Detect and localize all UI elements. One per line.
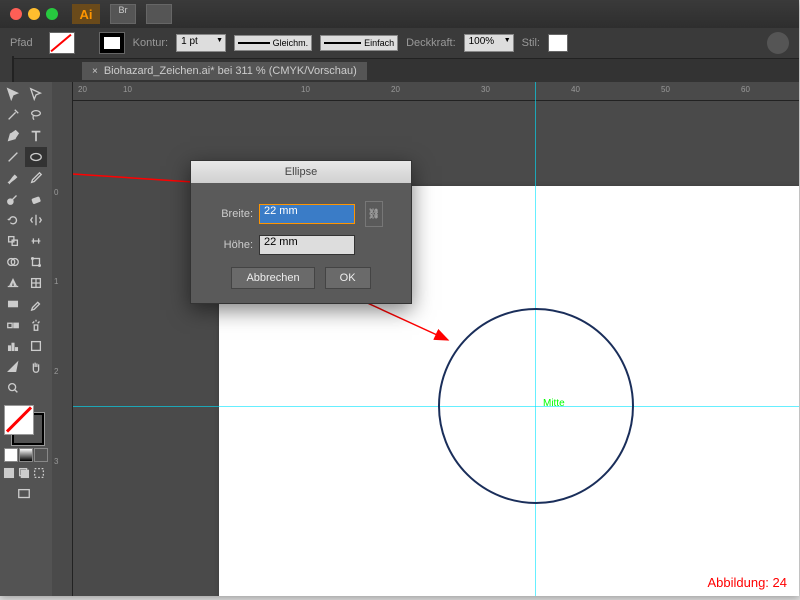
stroke-swatch[interactable] — [99, 32, 125, 54]
htick: 10 — [123, 85, 132, 94]
hand-tool[interactable] — [25, 357, 47, 377]
vtick: 0 — [54, 188, 58, 197]
style-label: Stil: — [522, 37, 540, 49]
arrange-docs-button[interactable] — [146, 4, 172, 24]
pen-tool[interactable] — [2, 126, 24, 146]
paintbrush-tool[interactable] — [2, 168, 24, 188]
shape-builder-tool[interactable] — [2, 252, 24, 272]
figure-caption: Abbildung: 24 — [707, 575, 787, 590]
none-mode-btn[interactable] — [34, 448, 48, 462]
ellipse-tool[interactable] — [25, 147, 47, 167]
eraser-tool[interactable] — [25, 189, 47, 209]
zoom-tool[interactable] — [2, 378, 24, 398]
brush-def-dropdown[interactable]: Einfach — [320, 35, 398, 51]
selection-type-label: Pfad — [10, 37, 33, 49]
width-label: Breite: — [207, 208, 253, 220]
width-tool[interactable] — [25, 231, 47, 251]
bridge-button[interactable]: Br — [110, 4, 136, 24]
color-mode-btn[interactable] — [4, 448, 18, 462]
close-tab-icon[interactable]: × — [92, 66, 98, 77]
lasso-tool[interactable] — [25, 105, 47, 125]
ruler-vertical[interactable]: 0 1 2 3 — [52, 82, 73, 596]
htick: 30 — [481, 85, 490, 94]
ellipse-dialog: Ellipse Breite: 22 mm ⛓ Höhe: 22 mm Abbr… — [190, 160, 412, 304]
reflect-tool[interactable] — [25, 210, 47, 230]
gradient-tool[interactable] — [2, 294, 24, 314]
color-mode-row — [2, 448, 50, 462]
slice-tool[interactable] — [2, 357, 24, 377]
free-transform-tool[interactable] — [25, 252, 47, 272]
cloud-button[interactable] — [767, 32, 789, 54]
fill-swatch[interactable] — [49, 32, 75, 54]
direct-selection-tool[interactable] — [25, 84, 47, 104]
guide-horizontal[interactable] — [73, 406, 799, 407]
mesh-tool[interactable] — [25, 273, 47, 293]
dialog-title: Ellipse — [191, 161, 411, 183]
htick: 50 — [661, 85, 670, 94]
type-tool[interactable] — [25, 126, 47, 146]
document-tab[interactable]: × Biohazard_Zeichen.ai* bei 311 % (CMYK/… — [82, 62, 367, 80]
gleichm-label: Gleichm. — [273, 38, 309, 48]
height-input[interactable]: 22 mm — [259, 235, 355, 255]
htick: 40 — [571, 85, 580, 94]
htick: 10 — [301, 85, 310, 94]
vtick: 1 — [54, 277, 58, 286]
blend-tool[interactable] — [2, 315, 24, 335]
blob-brush-tool[interactable] — [2, 189, 24, 209]
perspective-grid-tool[interactable] — [2, 273, 24, 293]
line-tool[interactable] — [2, 147, 24, 167]
screen-mode-btn[interactable] — [2, 484, 46, 504]
pencil-tool[interactable] — [25, 168, 47, 188]
draw-behind-btn[interactable] — [17, 463, 31, 483]
width-input[interactable]: 22 mm — [259, 204, 355, 224]
rotate-tool[interactable] — [2, 210, 24, 230]
style-swatch[interactable] — [548, 34, 568, 52]
cancel-button[interactable]: Abbrechen — [231, 267, 314, 289]
stroke-width-profile[interactable]: Gleichm. — [234, 35, 312, 51]
einfach-label: Einfach — [364, 38, 394, 48]
stroke-weight-dropdown[interactable]: 1 pt — [176, 34, 226, 52]
height-label: Höhe: — [207, 239, 253, 251]
htick: 20 — [391, 85, 400, 94]
scale-tool[interactable] — [2, 231, 24, 251]
vtick: 3 — [54, 457, 58, 466]
column-graph-tool[interactable] — [2, 336, 24, 356]
ok-button[interactable]: OK — [325, 267, 371, 289]
kontur-label: Kontur: — [133, 37, 168, 49]
draw-inside-btn[interactable] — [32, 463, 46, 483]
close-window[interactable] — [10, 8, 22, 20]
minimize-window[interactable] — [28, 8, 40, 20]
tab-label: Biohazard_Zeichen.ai* bei 311 % (CMYK/Vo… — [104, 65, 357, 77]
toolbox — [0, 82, 52, 596]
artboard-tool[interactable] — [25, 336, 47, 356]
magic-wand-tool[interactable] — [2, 105, 24, 125]
maximize-window[interactable] — [46, 8, 58, 20]
htick: 20 — [78, 85, 87, 94]
gradient-mode-btn[interactable] — [19, 448, 33, 462]
opacity-label: Deckkraft: — [406, 37, 456, 49]
vtick: 2 — [54, 367, 58, 376]
link-dimensions-icon[interactable]: ⛓ — [365, 201, 383, 227]
htick: 60 — [741, 85, 750, 94]
app-logo: Ai — [72, 4, 100, 24]
opacity-dropdown[interactable]: 100% — [464, 34, 514, 52]
smart-guide-label: Mitte — [543, 398, 565, 409]
selection-tool[interactable] — [2, 84, 24, 104]
ellipse-shape[interactable] — [438, 308, 634, 504]
eyedropper-tool[interactable] — [25, 294, 47, 314]
draw-normal-btn[interactable] — [2, 463, 16, 483]
canvas[interactable]: 10 20 10 20 30 40 50 60 Mitte — [73, 82, 799, 596]
ruler-horizontal[interactable]: 10 20 10 20 30 40 50 60 — [73, 82, 799, 101]
symbol-sprayer-tool[interactable] — [25, 315, 47, 335]
fill-stroke-indicator[interactable] — [2, 403, 46, 447]
